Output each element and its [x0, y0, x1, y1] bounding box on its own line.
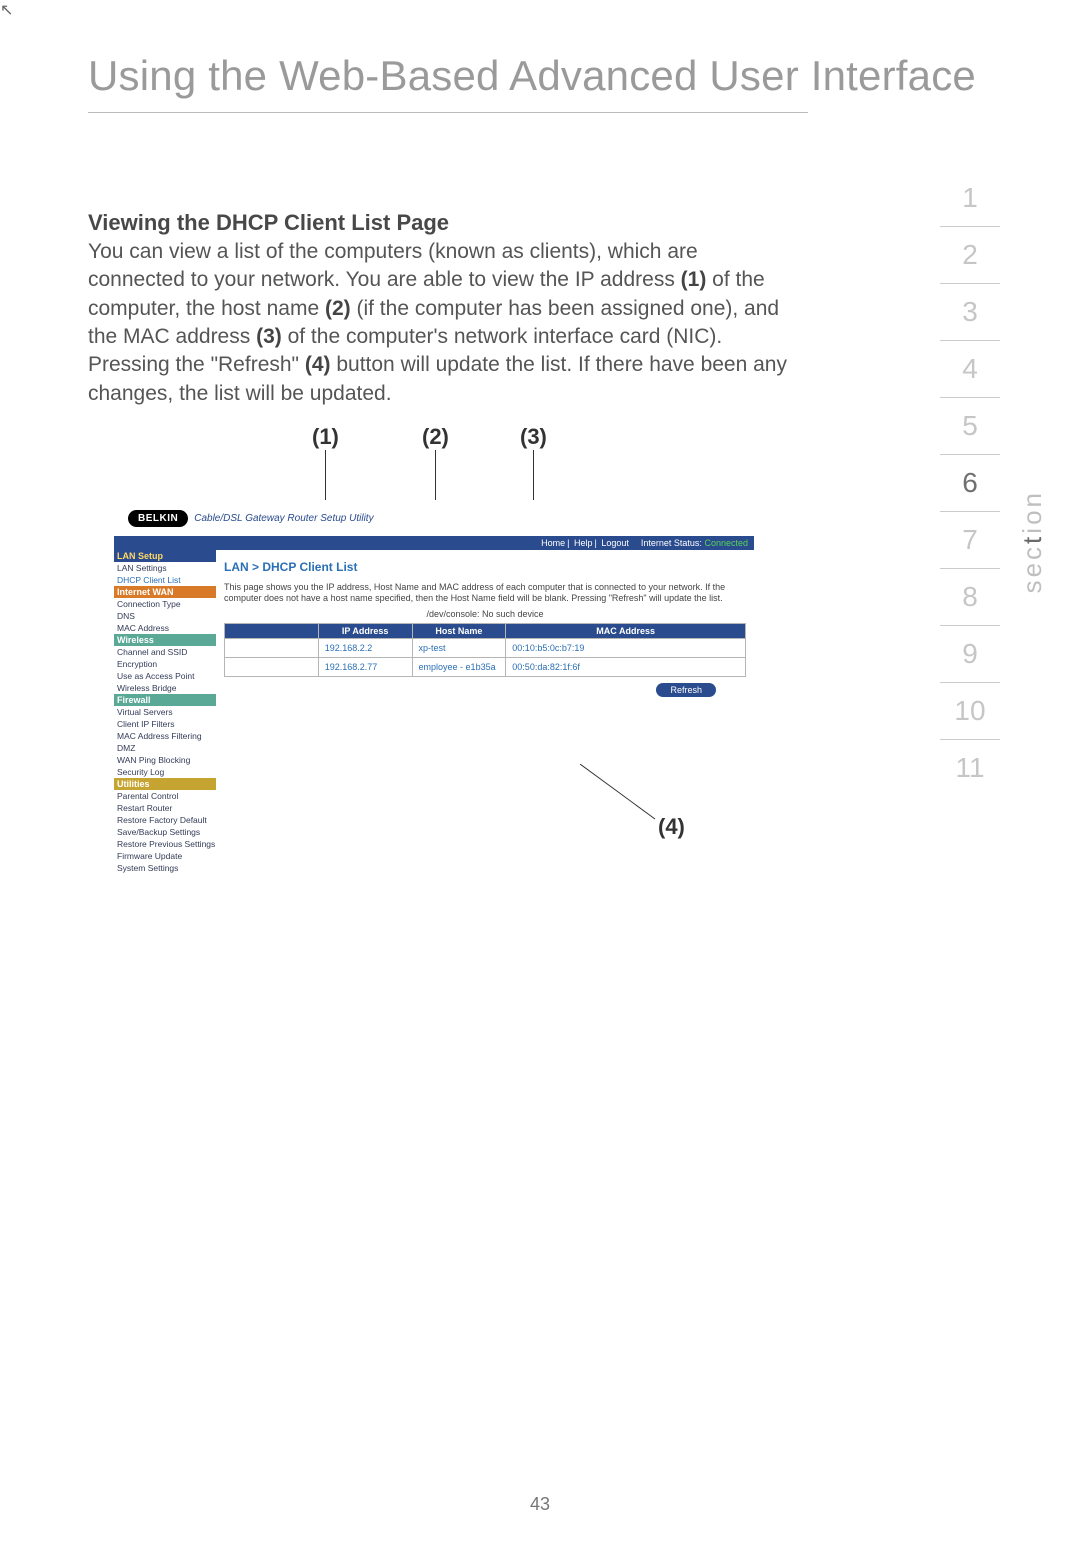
cell-blank — [225, 638, 319, 657]
th-ip: IP Address — [318, 623, 412, 638]
refresh-button[interactable]: Refresh — [656, 683, 716, 697]
sidebar-item[interactable]: Parental Control — [114, 790, 216, 802]
section-side-nav: 1234567891011 — [940, 170, 1000, 796]
sidebar-item[interactable]: Wireless Bridge — [114, 682, 216, 694]
document-page: Using the Web-Based Advanced User Interf… — [0, 0, 1080, 1541]
sidebar-header: LAN Setup — [114, 550, 216, 562]
cursor-icon: ↖ — [0, 2, 13, 19]
sidebar-item[interactable]: Save/Backup Settings — [114, 826, 216, 838]
sidebar-item[interactable]: MAC Address Filtering — [114, 730, 216, 742]
page-number: 43 — [0, 1494, 1080, 1515]
th-mac: MAC Address — [506, 623, 746, 638]
section-nav-4[interactable]: 4 — [940, 341, 1000, 398]
sidebar-item[interactable]: LAN Settings — [114, 562, 216, 574]
sidebar-item[interactable]: Firmware Update — [114, 850, 216, 862]
sidebar-item[interactable]: Client IP Filters — [114, 718, 216, 730]
th-empty — [225, 623, 319, 638]
section-heading: Viewing the DHCP Client List Page — [88, 210, 449, 236]
section-nav-7[interactable]: 7 — [940, 512, 1000, 569]
sidebar-header: Internet WAN — [114, 586, 216, 598]
router-sidebar: LAN SetupLAN SettingsDHCP Client ListInt… — [114, 550, 216, 874]
cell-blank — [225, 657, 319, 676]
callout-2: (2) — [422, 424, 449, 450]
th-host: Host Name — [412, 623, 506, 638]
section-nav-5[interactable]: 5 — [940, 398, 1000, 455]
sidebar-item[interactable]: WAN Ping Blocking — [114, 754, 216, 766]
sidebar-item[interactable]: Encryption — [114, 658, 216, 670]
brand-bar: BELKIN Cable/DSL Gateway Router Setup Ut… — [114, 500, 754, 536]
section-nav-9[interactable]: 9 — [940, 626, 1000, 683]
sidebar-header: Utilities — [114, 778, 216, 790]
table-header-row: IP Address Host Name MAC Address — [225, 623, 746, 638]
cell-mac: 00:50:da:82:1f:6f — [506, 657, 746, 676]
cell-ip: 192.168.2.2 — [318, 638, 412, 657]
page-description: This page shows you the IP address, Host… — [224, 582, 746, 605]
section-nav-10[interactable]: 10 — [940, 683, 1000, 740]
topbar-link-home[interactable]: Home — [541, 538, 565, 548]
sidebar-item[interactable]: Virtual Servers — [114, 706, 216, 718]
sidebar-item[interactable]: Use as Access Point — [114, 670, 216, 682]
belkin-logo: BELKIN — [128, 510, 188, 527]
cell-ip: 192.168.2.77 — [318, 657, 412, 676]
table-row: 192.168.2.77employee - e1b35a00:50:da:82… — [225, 657, 746, 676]
section-nav-2[interactable]: 2 — [940, 227, 1000, 284]
sidebar-item[interactable]: Connection Type — [114, 598, 216, 610]
sidebar-item[interactable]: Channel and SSID — [114, 646, 216, 658]
breadcrumb: LAN > DHCP Client List — [224, 560, 746, 574]
section-nav-6[interactable]: 6 — [940, 455, 1000, 512]
sidebar-item[interactable]: DNS — [114, 610, 216, 622]
section-nav-8[interactable]: 8 — [940, 569, 1000, 626]
sidebar-item[interactable]: Restore Factory Default — [114, 814, 216, 826]
sidebar-header: Firewall — [114, 694, 216, 706]
sidebar-item[interactable]: Restore Previous Settings — [114, 838, 216, 850]
sidebar-item[interactable]: DHCP Client List — [114, 574, 216, 586]
callout-labels: (1) (2) (3) — [120, 424, 740, 504]
dhcp-client-table: IP Address Host Name MAC Address 192.168… — [224, 623, 746, 677]
callout-1: (1) — [312, 424, 339, 450]
sidebar-header: Wireless — [114, 634, 216, 646]
router-ui-screenshot: BELKIN Cable/DSL Gateway Router Setup Ut… — [114, 500, 754, 930]
console-warning: /dev/console: No such device — [224, 609, 746, 619]
cell-mac: 00:10:b5:0c:b7:19 — [506, 638, 746, 657]
table-row: 192.168.2.2xp-test00:10:b5:0c:b7:19 — [225, 638, 746, 657]
brand-subtitle: Cable/DSL Gateway Router Setup Utility — [194, 513, 373, 524]
topbar-link-help[interactable]: Help — [574, 538, 593, 548]
cell-host: employee - e1b35a — [412, 657, 506, 676]
sidebar-item[interactable]: Security Log — [114, 766, 216, 778]
section-nav-3[interactable]: 3 — [940, 284, 1000, 341]
internet-status-label: Internet Status: — [641, 538, 702, 548]
page-title: Using the Web-Based Advanced User Interf… — [88, 52, 976, 100]
callout-4: (4) — [658, 814, 685, 840]
section-nav-1[interactable]: 1 — [940, 170, 1000, 227]
internet-status-value: Connected — [704, 538, 748, 548]
sidebar-item[interactable]: MAC Address — [114, 622, 216, 634]
body-text: You can view a list of the computers (kn… — [88, 238, 788, 408]
sidebar-item[interactable]: DMZ — [114, 742, 216, 754]
sidebar-item[interactable]: Restart Router — [114, 802, 216, 814]
cell-host: xp-test — [412, 638, 506, 657]
section-word: section — [1017, 490, 1048, 593]
callout-3: (3) — [520, 424, 547, 450]
section-nav-11[interactable]: 11 — [940, 740, 1000, 796]
title-rule — [88, 112, 808, 113]
router-topbar: Home| Help| Logout Internet Status: Conn… — [114, 536, 754, 550]
sidebar-item[interactable]: System Settings — [114, 862, 216, 874]
topbar-link-logout[interactable]: Logout — [601, 538, 629, 548]
